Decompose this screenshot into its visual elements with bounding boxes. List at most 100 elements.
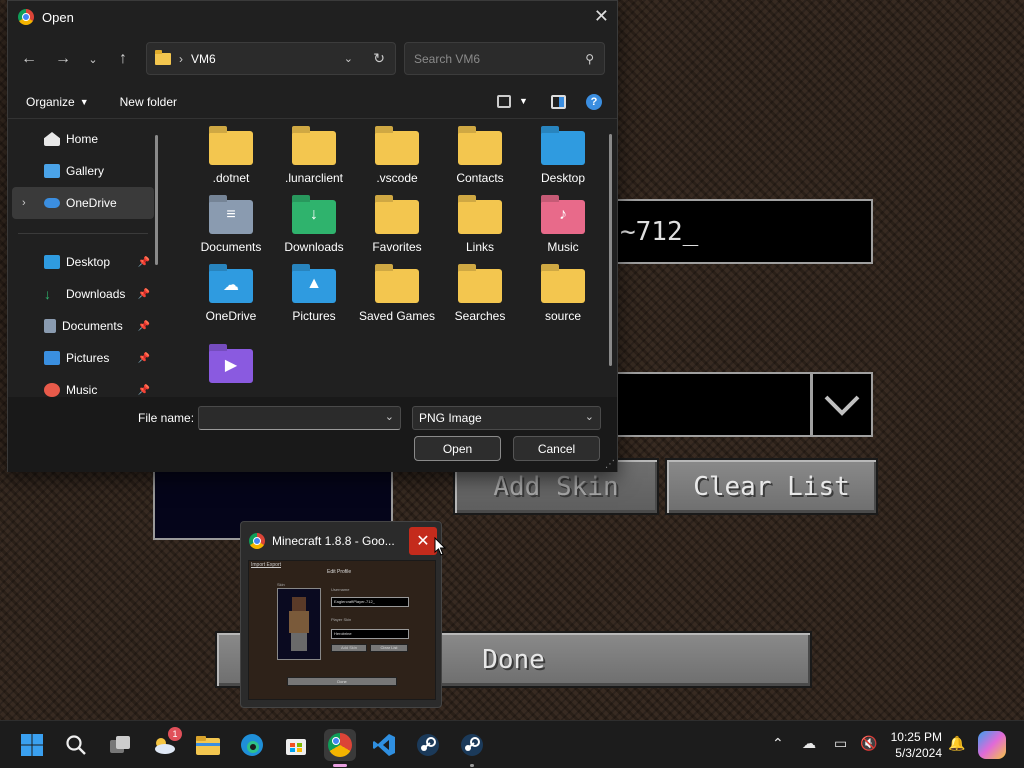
file-item-label: Searches [454,309,506,323]
pin-icon[interactable]: 📌 [138,385,150,396]
recent-locations-icon[interactable]: ⌄ [78,44,108,74]
folder-icon [458,269,502,303]
clear-list-button[interactable]: Clear List [665,458,878,515]
search-input[interactable]: Search VM6 ⚲ [404,42,605,75]
widgets-button[interactable]: 1 [148,727,182,761]
task-view-button[interactable] [104,729,136,761]
steam-icon [417,734,439,756]
file-item[interactable]: Links [439,188,521,255]
close-icon[interactable]: ✕ [594,6,609,27]
cancel-button[interactable]: Cancel [513,436,600,461]
back-arrow-icon[interactable]: ← [14,44,44,74]
username-field-value: ~712_ [620,216,699,247]
file-item-label: .lunarclient [284,171,344,185]
sidebar-item-music[interactable]: Music 📌 [8,374,158,397]
music-icon [44,383,60,397]
copilot-button[interactable] [978,731,1006,759]
sidebar-item-home[interactable]: Home [8,123,158,155]
open-button[interactable]: Open [414,436,501,461]
file-item[interactable]: ☁ OneDrive [190,257,272,324]
sidebar-item-onedrive[interactable]: › OneDrive [12,187,154,219]
file-item[interactable]: ↓ Downloads [273,188,355,255]
navigation-scrollbar[interactable] [155,135,158,265]
folder-icon [458,200,502,234]
file-item[interactable]: Searches [439,257,521,324]
file-item[interactable]: Contacts [439,119,521,186]
folder-icon [458,131,502,165]
address-bar[interactable]: › VM6 ⌄ ↻ [146,42,396,75]
steam-button-2[interactable] [456,729,488,767]
file-item[interactable]: ≡ Documents [190,188,272,255]
pin-icon[interactable]: 📌 [138,353,150,364]
store-button[interactable] [280,729,312,761]
running-indicator [470,764,474,767]
search-button[interactable] [60,729,92,761]
notification-badge: 1 [168,727,182,741]
player-skin-dropdown-button[interactable] [811,372,873,437]
chevron-down-icon[interactable]: ⌄ [385,410,394,423]
chrome-icon [18,9,34,25]
file-item[interactable]: .lunarclient [273,119,355,186]
pictures-icon [44,351,60,365]
taskbar-window-preview[interactable]: Minecraft 1.8.8 - Goo... ✕ Import Export… [240,521,442,708]
caret-down-icon[interactable]: ▼ [519,96,528,106]
file-item[interactable]: Desktop [522,119,604,186]
chrome-taskbar-button[interactable] [324,729,356,767]
file-item[interactable]: .dotnet [190,119,272,186]
help-icon[interactable]: ? [586,94,602,110]
up-arrow-icon[interactable]: ↑ [108,44,138,74]
file-item[interactable]: source [522,257,604,324]
clock-date: 5/3/2024 [895,746,942,760]
file-name-input[interactable]: ⌄ [198,406,401,430]
folder-icon [375,131,419,165]
file-item-label: Desktop [540,171,586,185]
new-folder-button[interactable]: New folder [120,95,177,109]
search-icon: ⚲ [585,51,594,66]
task-view-icon [110,736,130,753]
sidebar-item-documents[interactable]: Documents 📌 [8,310,158,342]
pin-icon[interactable]: 📌 [138,257,150,268]
sidebar-item-gallery[interactable]: Gallery [8,155,158,187]
close-icon: ✕ [416,533,430,550]
file-type-select[interactable]: PNG Image ⌄ [412,406,601,430]
file-list-scrollbar[interactable] [609,134,612,366]
chevron-down-icon[interactable]: ⌄ [344,52,353,65]
file-item[interactable]: Favorites [356,188,438,255]
notification-bell-icon[interactable]: 🔔 [948,735,965,752]
sidebar-item-pictures[interactable]: Pictures 📌 [8,342,158,374]
network-off-icon[interactable]: ☁ [802,735,816,752]
folder-icon: ≡ [209,200,253,234]
player-skin-dropdown[interactable] [600,372,812,437]
close-preview-button[interactable]: ✕ [409,527,437,555]
display-icon[interactable]: ▭ [834,735,847,752]
file-item[interactable]: .vscode [356,119,438,186]
file-explorer-button[interactable] [192,729,224,761]
file-item[interactable]: ▶ [190,337,272,389]
username-field[interactable]: ~712_ [600,199,873,264]
file-item[interactable]: ▲ Pictures [273,257,355,324]
organize-button[interactable]: Organize ▼ [26,95,89,109]
view-options-icon[interactable] [497,95,511,108]
file-item-label: Saved Games [358,309,436,323]
show-hidden-icons-chevron-icon[interactable]: ⌃ [772,735,784,752]
pin-icon[interactable]: 📌 [138,321,150,332]
edge-button[interactable] [236,729,268,761]
resize-grip-icon[interactable]: ⋰ [605,459,615,470]
clock[interactable]: 10:25 PM 5/3/2024 [888,729,942,761]
folder-icon [155,49,171,65]
refresh-icon[interactable]: ↻ [373,50,385,67]
file-item[interactable]: Saved Games [356,257,438,324]
pin-icon[interactable]: 📌 [138,289,150,300]
forward-arrow-icon[interactable]: → [48,44,78,74]
chevron-down-icon: ⌄ [584,411,594,423]
preview-pane-icon[interactable] [551,95,566,109]
preview-thumbnail: Import Export Edit Profile Skin Username… [248,560,436,700]
vscode-button[interactable] [368,729,400,761]
sidebar-item-downloads[interactable]: ↓ Downloads 📌 [8,278,158,310]
volume-muted-icon[interactable]: 🔇 [860,735,877,752]
start-button[interactable] [16,729,48,761]
address-folder[interactable]: VM6 [191,52,216,66]
file-item[interactable]: ♪ Music [522,188,604,255]
sidebar-item-desktop[interactable]: Desktop 📌 [8,246,158,278]
steam-button[interactable] [412,729,444,761]
